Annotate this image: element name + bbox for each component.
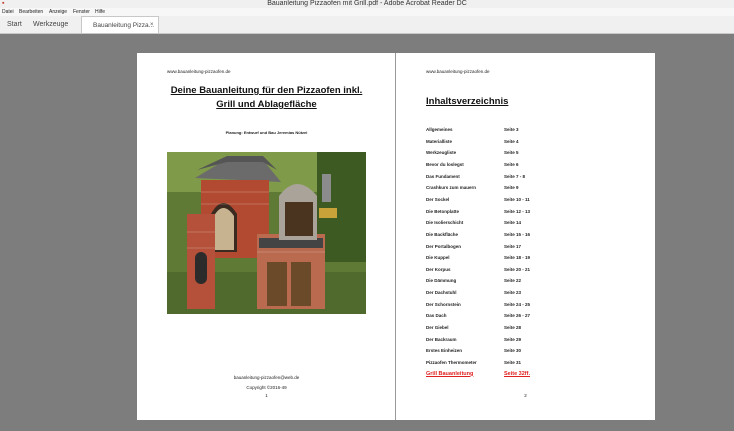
toc-entry-page: Seite 20 - 21 [504, 266, 531, 272]
toc-entry-title: Pizzaofen Thermometer [426, 360, 477, 365]
toc-entry-page: Seite 28 [504, 325, 522, 331]
toc-entry[interactable]: Allgemeines Seite 3 [426, 127, 626, 135]
menu-anzeige[interactable]: Anzeige [49, 8, 67, 16]
toc-entry-page: Seite 24 - 25 [504, 301, 531, 307]
document-tab-label: Bauanleitung Pizza... [93, 22, 155, 29]
title-bar: ▪ Bauanleitung Pizzaofen mit Grill.pdf -… [0, 0, 734, 8]
toc-entry-title: Der Giebel [426, 325, 449, 331]
document-subtitle: Planung: Entwurf und Bau Jeremias Nützel [225, 130, 308, 135]
toc-entry[interactable]: Materialliste Seite 4 [426, 139, 626, 147]
toc-title: Inhaltsverzeichnis [426, 96, 509, 107]
toc-entry-page: Seite 26 - 27 [504, 313, 531, 319]
toc-entry-page: Seite 7 - 8 [504, 173, 526, 179]
menu-hilfe[interactable]: Hilfe [95, 8, 105, 16]
toc-entry[interactable]: Werkzeugliste Seite 5 [426, 150, 626, 158]
pizza-oven-photo [167, 152, 366, 314]
toc-entry-page: Seite 22 [504, 278, 522, 284]
toc-entry[interactable]: Grill Bauanleitung Seite 32ff. [426, 370, 626, 380]
toc-entry-page: Seite 3 [504, 127, 519, 132]
toc-entry[interactable]: Das Fundament Seite 7 - 8 [426, 174, 626, 182]
toc-entry-title: Die Isolierschicht [426, 220, 464, 226]
toc-entry-title: Der Sockel [426, 196, 450, 202]
toc-entry-title: Allgemeines [426, 127, 453, 132]
toc-entry-page: Seite 32ff. [504, 370, 530, 377]
toc-entry-title: Das Fundament [426, 173, 460, 179]
toc-entry[interactable]: Erstes Einheizen Seite 30 [426, 348, 626, 356]
menu-fenster[interactable]: Fenster [73, 8, 90, 16]
toc-entry-title: Der Korpus [426, 266, 451, 272]
toc-entry-title: Die Backfläche [426, 231, 459, 237]
toc-entry-title: Die Dämmung [426, 278, 457, 284]
toc-entry-page: Seite 29 [504, 336, 522, 342]
tab-document[interactable]: Bauanleitung Pizza... × [81, 16, 159, 33]
toc-entry-page: Seite 31 [504, 360, 522, 365]
toc-entry-page: Seite 23 [504, 290, 522, 296]
toc-entry[interactable]: Der Schornstein Seite 24 - 25 [426, 302, 626, 310]
toc-entry-page: Seite 12 - 13 [504, 208, 531, 214]
title-line-2: Grill und Ablagefläche [216, 99, 317, 110]
toc-entry-title: Grill Bauanleitung [426, 370, 474, 377]
toc-entry[interactable]: Pizzaofen Thermometer Seite 31 [426, 360, 626, 368]
toc-entry-page: Seite 30 [504, 348, 522, 354]
toc-entry[interactable]: Der Korpus Seite 20 - 21 [426, 267, 626, 275]
tab-start[interactable]: Start [7, 16, 22, 33]
toc-entry-title: Der Schornstein [426, 301, 461, 307]
toc-entry[interactable]: Crashkurs zum mauern Seite 9 [426, 185, 626, 193]
toc-entry-page: Seite 15 - 16 [504, 231, 531, 237]
document-title: Deine Bauanleitung für den Pizzaofen ink… [162, 84, 371, 112]
toc-entry-title: Der Portalbogen [426, 243, 462, 249]
pdf-page-2: www.bauanleitung-pizzaofen.de Inhaltsver… [396, 53, 655, 420]
toc-entry[interactable]: Der Giebel Seite 28 [426, 325, 626, 333]
toc-entry-title: Werkzeugliste [426, 150, 457, 156]
toc-entry[interactable]: Die Kuppel Seite 18 - 19 [426, 255, 626, 263]
menu-datei[interactable]: Datei [2, 8, 14, 16]
toc-entry-page: Seite 14 [504, 220, 522, 226]
toc-entry[interactable]: Der Dachstuhl Seite 23 [426, 290, 626, 298]
toc-entry[interactable]: Die Betonplatte Seite 12 - 13 [426, 209, 626, 217]
toc-entry[interactable]: Der Portalbogen Seite 17 [426, 244, 626, 252]
toc-entry-page: Seite 10 - 11 [504, 196, 530, 202]
toc-entry-title: Crashkurs zum mauern [426, 185, 477, 191]
copyright: Copyright ©2016-49 [246, 385, 287, 390]
page-number: 1 [265, 393, 268, 398]
toc-entry-title: Die Kuppel [426, 255, 450, 261]
toc-entry-title: Erstes Einheizen [426, 348, 463, 354]
toc-entry[interactable]: Der Sockel Seite 10 - 11 [426, 197, 626, 205]
toc-entry-page: Seite 6 [504, 161, 519, 167]
toc-entry[interactable]: Das Dach Seite 26 - 27 [426, 313, 626, 321]
toc-entry-title: Das Dach [426, 313, 447, 319]
toc-entry[interactable]: Die Isolierschicht Seite 14 [426, 220, 626, 228]
toc-entry-page: Seite 17 [504, 243, 522, 249]
toc-entry-title: Der Backraum [426, 336, 457, 342]
toc-entry-page: Seite 9 [504, 185, 519, 191]
page-url: www.bauanleitung-pizzaofen.de [167, 69, 231, 74]
toc-entry[interactable]: Der Backraum Seite 29 [426, 337, 626, 345]
toc-entry-title: Bevor du loslegst [426, 161, 464, 167]
close-icon[interactable]: × [150, 17, 154, 34]
menu-bearbeiten[interactable]: Bearbeiten [19, 8, 43, 16]
tab-tools[interactable]: Werkzeuge [33, 16, 68, 33]
contact-email: bauanleitung-pizzaofen@web.de [233, 375, 300, 380]
toc-entry-page: Seite 4 [504, 138, 519, 144]
toc-entry[interactable]: Bevor du loslegst Seite 6 [426, 162, 626, 170]
page-number: 2 [524, 393, 527, 398]
toc-entry-page: Seite 18 - 19 [504, 255, 531, 261]
toc-entry[interactable]: Die Dämmung Seite 22 [426, 278, 626, 286]
page-url: www.bauanleitung-pizzaofen.de [426, 69, 490, 74]
pdf-page-1: www.bauanleitung-pizzaofen.de Deine Baua… [137, 53, 396, 420]
toc-entry-title: Die Betonplatte [426, 208, 460, 214]
title-line-1: Deine Bauanleitung für den Pizzaofen ink… [170, 85, 363, 96]
window-title: Bauanleitung Pizzaofen mit Grill.pdf - A… [267, 0, 467, 7]
toc-entry[interactable]: Die Backfläche Seite 15 - 16 [426, 232, 626, 240]
toc-entry-title: Materialliste [426, 138, 453, 144]
toc-entry-page: Seite 5 [504, 150, 519, 156]
toc-entry-title: Der Dachstuhl [426, 290, 457, 296]
